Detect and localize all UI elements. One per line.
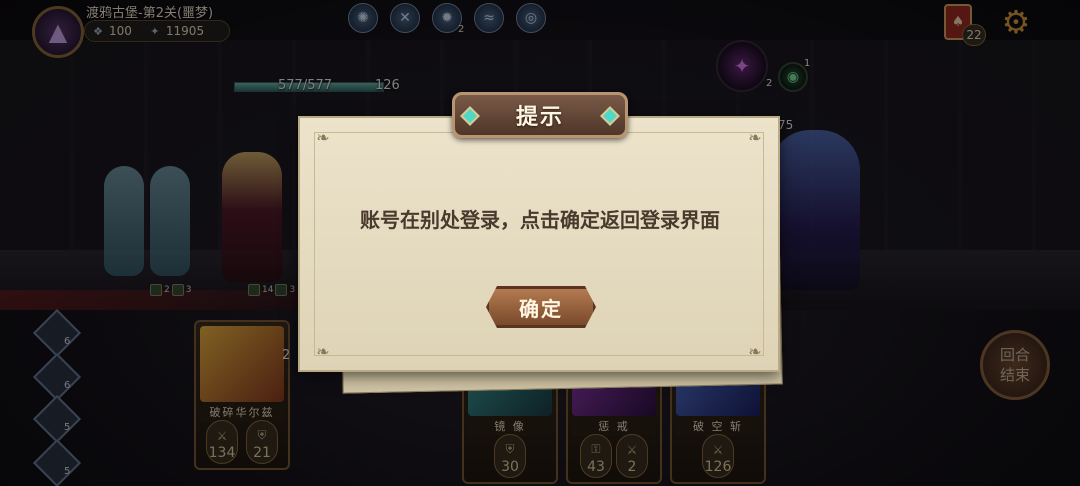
- corner-ornament-icon: ❧: [316, 341, 330, 361]
- corner-ornament-icon: ❧: [748, 127, 762, 147]
- confirm-button[interactable]: 确定: [486, 286, 596, 328]
- dialog-title: 提示: [515, 105, 564, 130]
- corner-ornament-icon: ❧: [316, 127, 330, 147]
- gem-icon: [600, 106, 620, 126]
- dialog-title-banner: 提示: [452, 92, 628, 138]
- dialog-message: 账号在别处登录，点击确定返回登录界面: [360, 208, 720, 232]
- corner-ornament-icon: ❧: [748, 341, 762, 361]
- gem-icon: [460, 106, 480, 126]
- notice-dialog: ❧ ❧ ❧ ❧: [298, 116, 780, 372]
- confirm-label: 确定: [519, 296, 563, 321]
